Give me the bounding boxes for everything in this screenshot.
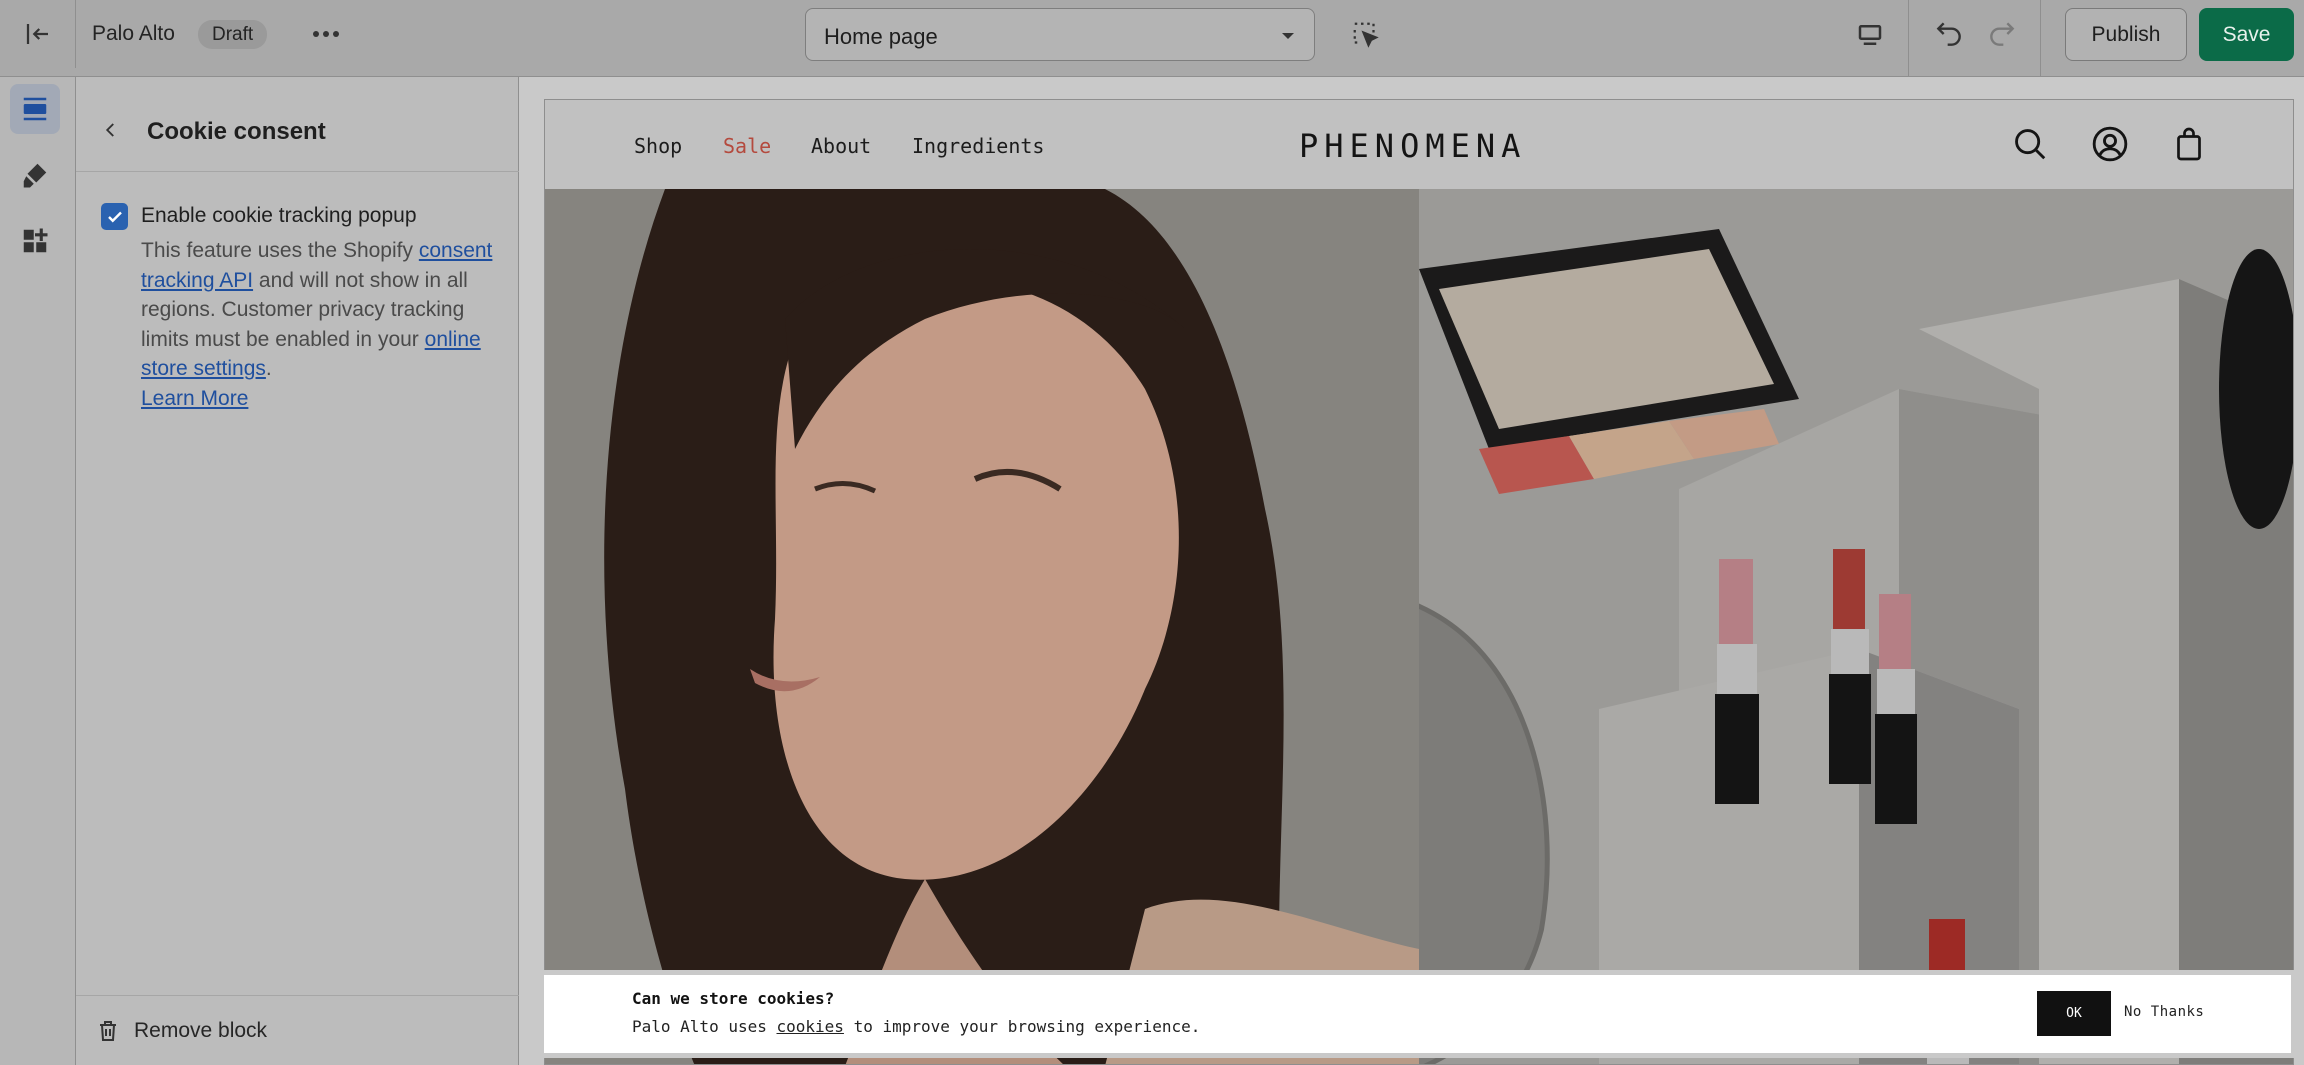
nav-item-about[interactable]: About xyxy=(811,134,871,158)
search-button[interactable] xyxy=(2010,124,2050,164)
undo-button[interactable] xyxy=(1929,16,1969,52)
cookie-banner-text: Palo Alto uses cookies to improve your b… xyxy=(632,1017,1200,1036)
learn-more-link[interactable]: Learn More xyxy=(141,387,248,410)
theme-settings-nav-button[interactable] xyxy=(10,150,60,200)
help-text-part: This feature uses the Shopify xyxy=(141,239,413,262)
remove-block-label: Remove block xyxy=(134,1019,268,1042)
toolbar-divider xyxy=(1908,0,1909,76)
cookie-decline-button[interactable]: No Thanks xyxy=(2124,1004,2204,1020)
hero-image-products xyxy=(1419,189,2293,1064)
store-name: Palo Alto xyxy=(92,22,175,45)
back-button[interactable] xyxy=(96,115,126,145)
lipstick-products-image xyxy=(1419,189,2293,1064)
panel-footer: Remove block xyxy=(76,995,519,1065)
chevron-left-icon xyxy=(105,123,114,137)
nav-item-ingredients[interactable]: Ingredients xyxy=(912,134,1044,158)
cart-button[interactable] xyxy=(2169,124,2209,164)
icon-rail xyxy=(0,77,76,1065)
exit-icon xyxy=(26,24,48,44)
page-selector[interactable]: Home page xyxy=(805,8,1315,61)
exit-button[interactable] xyxy=(0,0,76,68)
store-header: Shop Sale About Ingredients PHENOMENA xyxy=(545,100,2293,189)
cookies-link[interactable]: cookies xyxy=(777,1017,844,1036)
cookie-text-part: Palo Alto uses xyxy=(632,1017,777,1036)
brand-logo[interactable]: PHENOMENA xyxy=(1299,127,1526,165)
account-button[interactable] xyxy=(2090,124,2130,164)
panel-header: Cookie consent xyxy=(76,77,519,172)
redo-button[interactable] xyxy=(1982,16,2022,52)
panel-title: Cookie consent xyxy=(147,118,326,145)
toolbar-divider xyxy=(2040,0,2041,76)
cookie-popup-checkbox[interactable] xyxy=(101,203,128,230)
trash-icon xyxy=(100,1021,116,1041)
page-selector-value: Home page xyxy=(824,24,938,49)
paintbrush-icon xyxy=(23,163,47,188)
apps-nav-button[interactable] xyxy=(10,216,60,266)
ellipsis-icon xyxy=(313,31,339,37)
account-icon xyxy=(2092,126,2128,162)
model-portrait-image xyxy=(545,189,1419,1064)
chevron-down-icon xyxy=(1282,33,1294,39)
select-element-icon xyxy=(1353,22,1379,48)
nav-item-sale[interactable]: Sale xyxy=(723,134,771,158)
undo-icon xyxy=(1936,22,1961,46)
cookie-banner-title: Can we store cookies? xyxy=(632,989,835,1008)
hero-image-model xyxy=(545,189,1419,1064)
status-badge: Draft xyxy=(198,20,268,49)
remove-block-button[interactable]: Remove block xyxy=(96,1013,267,1049)
inspect-button[interactable] xyxy=(1348,17,1384,53)
apps-icon xyxy=(23,228,48,253)
sections-nav-button[interactable] xyxy=(10,84,60,134)
help-text: This feature uses the Shopify consent tr… xyxy=(141,236,501,413)
cookie-popup-checkbox-label[interactable]: Enable cookie tracking popup xyxy=(141,204,417,228)
shopping-bag-icon xyxy=(2177,127,2201,161)
help-text-part: . xyxy=(265,357,272,380)
publish-button[interactable]: Publish xyxy=(2065,8,2187,61)
cookie-consent-banner: Can we store cookies? Palo Alto uses coo… xyxy=(539,970,2296,1058)
redo-icon xyxy=(1990,22,2015,46)
checkmark-icon xyxy=(107,211,122,222)
top-bar: Palo Alto Draft Home page Publish Save xyxy=(0,0,2304,77)
sections-icon xyxy=(23,97,47,121)
search-icon xyxy=(2015,129,2046,160)
cookie-text-part: to improve your browsing experience. xyxy=(843,1017,1201,1036)
nav-item-shop[interactable]: Shop xyxy=(634,134,682,158)
store-preview: Shop Sale About Ingredients PHENOMENA xyxy=(544,99,2294,1065)
settings-panel: Cookie consent Enable cookie tracking po… xyxy=(76,77,519,1065)
device-preview-button[interactable] xyxy=(1852,17,1888,53)
more-actions-button[interactable] xyxy=(308,17,344,51)
desktop-icon xyxy=(1858,25,1882,45)
save-button[interactable]: Save xyxy=(2199,8,2294,61)
cookie-accept-button[interactable]: OK xyxy=(2037,991,2111,1036)
